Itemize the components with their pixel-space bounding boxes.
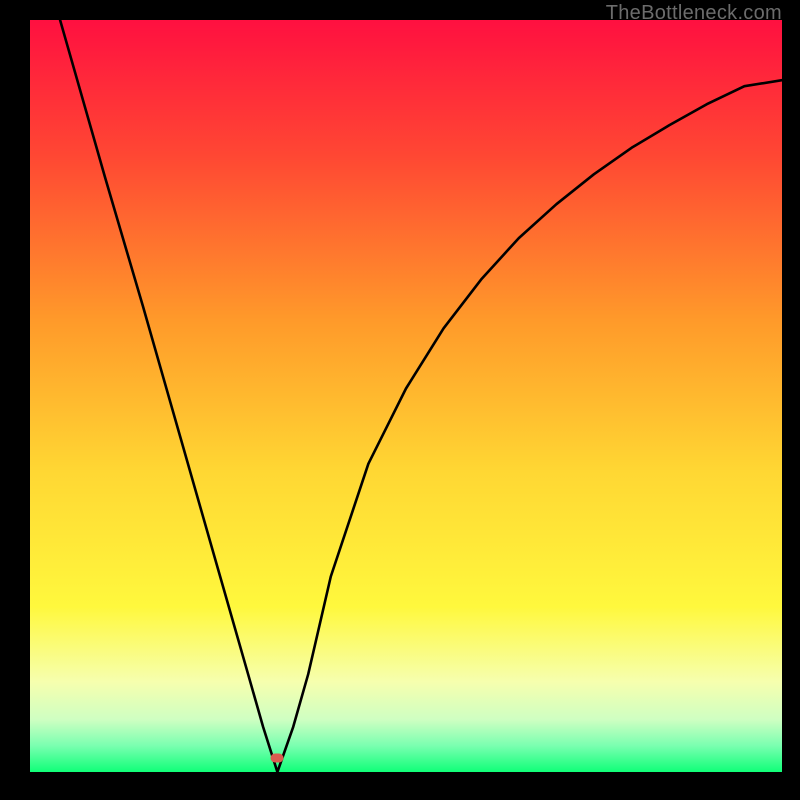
optimum-marker — [271, 754, 284, 763]
plot-area — [30, 20, 782, 772]
background-gradient — [30, 20, 782, 772]
